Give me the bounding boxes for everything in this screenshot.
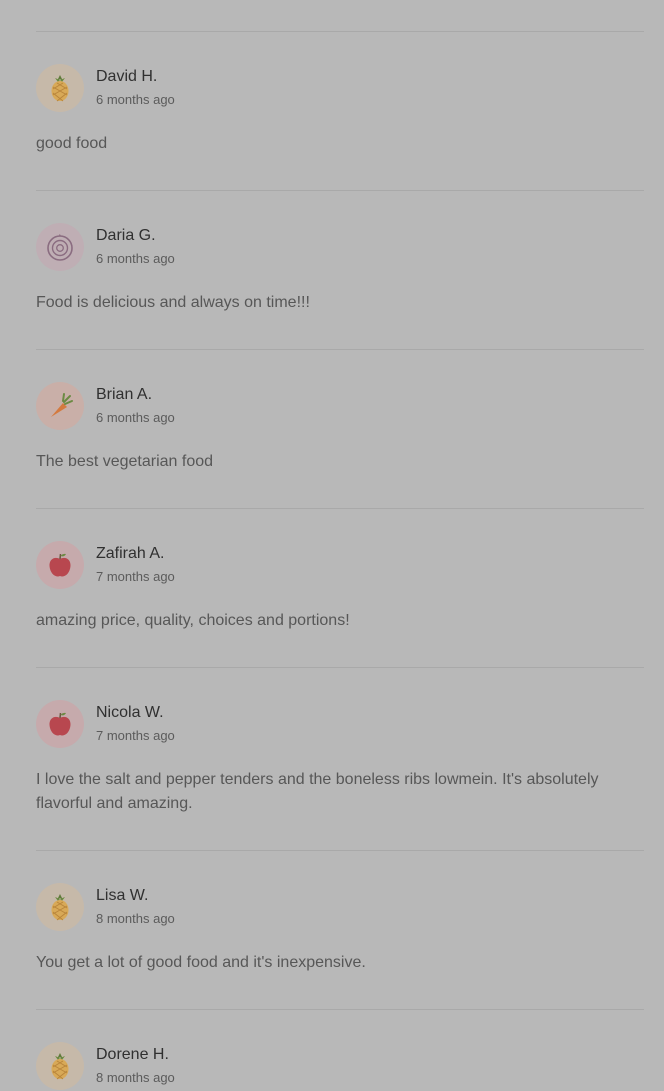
review-item: Dorene H. 8 months ago (36, 1009, 644, 1091)
review-text: Food is delicious and always on time!!! (36, 294, 310, 311)
pineapple-icon (51, 1053, 69, 1080)
review-text: amazing price, quality, choices and port… (36, 612, 350, 629)
review-header: Lisa W. 8 months ago (36, 883, 644, 931)
review-header: Brian A. 6 months ago (36, 382, 644, 430)
avatar (36, 541, 84, 589)
pineapple-icon (51, 894, 69, 921)
reviews-page: David H. 6 months ago good food Daria G.… (0, 0, 664, 1091)
review-header: Nicola W. 7 months ago (36, 700, 644, 748)
reviewer-name: Lisa W. (96, 887, 149, 904)
review-text: I love the salt and pepper tenders and t… (36, 771, 599, 812)
pineapple-icon (51, 75, 69, 102)
review-list: David H. 6 months ago good food Daria G.… (36, 31, 644, 1091)
avatar (36, 223, 84, 271)
apple-icon (49, 712, 71, 736)
onion-icon (47, 234, 73, 261)
review-date: 7 months ago (96, 569, 175, 584)
review-date: 6 months ago (96, 251, 175, 266)
review-item: Zafirah A. 7 months ago amazing price, q… (36, 508, 644, 667)
avatar (36, 64, 84, 112)
reviewer-name: Daria G. (96, 227, 156, 244)
review-item: Nicola W. 7 months ago I love the salt a… (36, 667, 644, 850)
review-header: Dorene H. 8 months ago (36, 1042, 644, 1090)
review-item: David H. 6 months ago good food (36, 31, 644, 190)
reviewer-name: Nicola W. (96, 704, 164, 721)
reviewer-name: David H. (96, 68, 158, 85)
avatar (36, 883, 84, 931)
review-text: good food (36, 135, 108, 152)
reviewer-name: Brian A. (96, 386, 153, 403)
review-header: Zafirah A. 7 months ago (36, 541, 644, 589)
review-header: David H. 6 months ago (36, 64, 644, 112)
review-date: 8 months ago (96, 911, 175, 926)
review-date: 6 months ago (96, 92, 175, 107)
review-date: 6 months ago (96, 410, 175, 425)
review-item: Brian A. 6 months ago The best vegetaria… (36, 349, 644, 508)
reviewer-name: Dorene H. (96, 1046, 169, 1063)
avatar (36, 700, 84, 748)
carrot-icon (51, 393, 73, 417)
avatar (36, 1042, 84, 1090)
reviewer-name: Zafirah A. (96, 545, 165, 562)
review-date: 8 months ago (96, 1070, 175, 1085)
review-text: The best vegetarian food (36, 453, 214, 470)
review-header: Daria G. 6 months ago (36, 223, 644, 271)
review-date: 7 months ago (96, 728, 175, 743)
avatar (36, 382, 84, 430)
review-item: Daria G. 6 months ago Food is delicious … (36, 190, 644, 349)
apple-icon (49, 553, 71, 577)
review-text: You get a lot of good food and it's inex… (36, 954, 366, 971)
review-item: Lisa W. 8 months ago You get a lot of go… (36, 850, 644, 1009)
